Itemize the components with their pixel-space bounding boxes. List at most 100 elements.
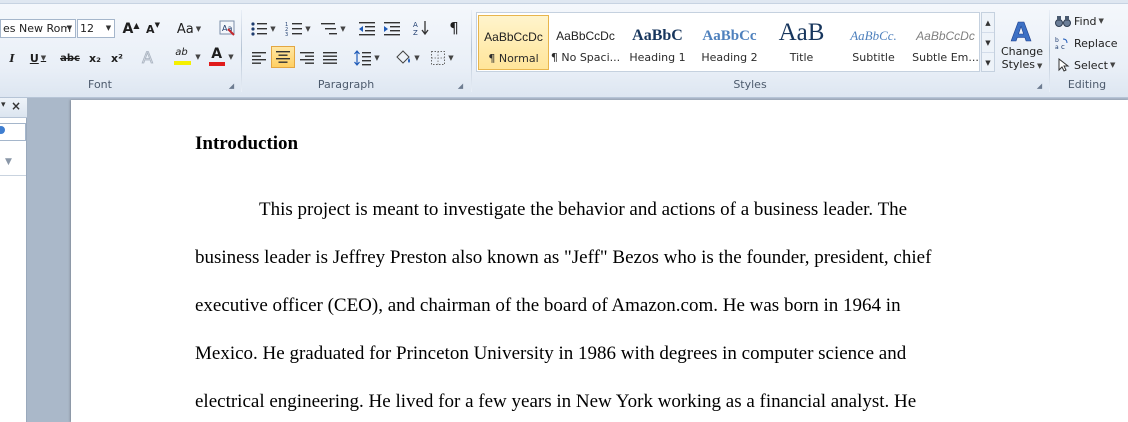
svg-text:A: A [413, 21, 418, 29]
borders-icon [431, 51, 446, 65]
svg-text:A: A [142, 48, 153, 67]
chevron-down-icon[interactable]: ▼ [5, 157, 12, 167]
gallery-more-icon[interactable]: ▼ [982, 53, 994, 73]
gallery-scroll-down-icon[interactable]: ▼ [982, 33, 994, 53]
svg-text:3: 3 [285, 32, 288, 37]
replace-label: Replace [1074, 36, 1118, 50]
navigation-search-box[interactable] [0, 123, 26, 141]
text-effects-icon: A [142, 48, 154, 67]
paragraph-line-3: executive officer (CEO), and chairman of… [195, 295, 901, 316]
font-color-button[interactable]: A ▼ [206, 46, 236, 68]
style-title[interactable]: AaB Title [766, 15, 837, 70]
close-icon[interactable]: × [11, 99, 21, 113]
style-sample: AaBbC [632, 27, 683, 44]
align-right-button[interactable] [296, 47, 318, 69]
editing-group-label: Editing [1067, 78, 1107, 91]
superscript-icon: x² [111, 51, 123, 65]
align-right-icon [300, 52, 314, 64]
increase-indent-button[interactable] [381, 18, 403, 40]
chevron-down-icon[interactable]: ▼ [64, 20, 75, 37]
style-sample: AaBbCcDc [556, 29, 615, 43]
style-no-spacing[interactable]: AaBbCcDc ¶ No Spaci... [550, 15, 621, 70]
subscript-button[interactable]: x₂ [86, 47, 104, 69]
shrink-font-button[interactable]: A ▼ [143, 18, 163, 40]
change-styles-label-2: Styles [1001, 58, 1035, 71]
font-color-swatch [209, 62, 226, 66]
font-name-combo[interactable]: es New Rom ▼ [0, 19, 76, 38]
style-normal[interactable]: AaBbCcDc ¶ Normal [478, 15, 549, 70]
search-icon [0, 126, 5, 134]
style-name: ¶ Normal [488, 52, 539, 65]
replace-button[interactable]: b a c Replace [1055, 32, 1127, 54]
document-heading: Introduction [195, 133, 299, 154]
highlight-icon: ab [175, 47, 188, 58]
change-case-button[interactable]: Aa ▼ [175, 18, 203, 40]
style-heading-2[interactable]: AaBbCc Heading 2 [694, 15, 765, 70]
change-styles-button[interactable]: A Change Styles ▼ [1000, 12, 1044, 76]
pane-menu-icon[interactable]: ▾ [1, 100, 6, 110]
group-divider [471, 10, 472, 92]
style-subtle-emphasis[interactable]: AaBbCcDc Subtle Em... [910, 15, 981, 70]
show-formatting-button[interactable]: ¶ [443, 17, 465, 39]
underline-button[interactable]: U ▼ [26, 47, 50, 69]
style-subtitle[interactable]: AaBbCc. Subtitle [838, 15, 909, 70]
style-heading-1[interactable]: AaBbC Heading 1 [622, 15, 693, 70]
italic-icon: I [9, 51, 15, 65]
superscript-button[interactable]: x² [108, 47, 126, 69]
justify-icon [323, 52, 337, 64]
replace-icon: b a c [1055, 37, 1068, 50]
bullet-list-icon [251, 22, 268, 36]
styles-dialog-launcher-icon[interactable]: ◢ [1035, 82, 1044, 91]
gallery-scroll-up-icon[interactable]: ▲ [982, 13, 994, 33]
svg-text:b: b [1055, 37, 1059, 44]
paint-bucket-icon [396, 50, 411, 64]
borders-button[interactable]: ▼ [427, 47, 457, 69]
justify-button[interactable] [319, 47, 341, 69]
change-case-icon: Aa [176, 21, 194, 37]
numbering-button[interactable]: 1 2 3 ▼ [283, 18, 313, 40]
italic-button[interactable]: I [5, 47, 19, 69]
align-center-button[interactable] [271, 46, 295, 68]
grow-font-button[interactable]: A ▲ [121, 18, 141, 40]
bullets-button[interactable]: ▼ [248, 18, 278, 40]
subscript-icon: x₂ [89, 51, 101, 65]
style-name: ¶ No Spaci... [550, 51, 621, 64]
text-effects-button[interactable]: A [139, 46, 161, 68]
highlight-color-button[interactable]: ab ▼ [170, 46, 204, 68]
font-color-icon: A [211, 46, 223, 62]
style-sample: AaBbCc. [850, 28, 897, 43]
find-button[interactable]: Find ▼ [1055, 10, 1127, 32]
line-spacing-button[interactable]: ▼ [352, 47, 382, 69]
strikethrough-button[interactable]: abc [58, 47, 82, 69]
style-sample: AaBbCc [702, 28, 757, 44]
multilevel-list-button[interactable]: ▼ [318, 18, 348, 40]
sort-button[interactable]: A Z [411, 17, 433, 39]
font-dialog-launcher-icon[interactable]: ◢ [227, 82, 236, 91]
styles-gallery-scroll: ▲ ▼ ▼ [981, 12, 995, 72]
line-spacing-icon [354, 50, 372, 66]
style-name: Heading 1 [629, 51, 686, 64]
multilevel-list-icon [321, 23, 338, 35]
select-button[interactable]: Select ▼ [1055, 54, 1127, 76]
paragraph-group-label: Paragraph [317, 78, 375, 91]
align-left-button[interactable] [248, 47, 270, 69]
shading-button[interactable]: ▼ [392, 47, 422, 69]
clear-formatting-icon: Aa [219, 20, 235, 36]
decrease-indent-button[interactable] [356, 18, 378, 40]
document-workspace: Introduction This project is meant to in… [69, 98, 1128, 422]
chevron-down-icon[interactable]: ▼ [103, 20, 114, 37]
font-size-combo[interactable]: 12 ▼ [77, 19, 115, 38]
font-name-value: es New Rom [3, 22, 72, 35]
svg-text:Z: Z [413, 29, 418, 37]
paragraph-line-1: This project is meant to investigate the… [259, 199, 908, 220]
align-left-icon [252, 52, 266, 64]
style-name: Subtle Em... [912, 51, 979, 64]
cursor-arrow-icon [1058, 58, 1070, 72]
document-page[interactable]: Introduction This project is meant to in… [71, 100, 1128, 422]
style-name: Subtitle [852, 51, 895, 64]
decrease-indent-icon [359, 22, 375, 36]
ribbon: es New Rom ▼ 12 ▼ A ▲ A ▼ Aa ▼ Aa I U ▼ abc … [0, 0, 1128, 98]
paragraph-dialog-launcher-icon[interactable]: ◢ [456, 82, 465, 91]
clear-formatting-button[interactable]: Aa [216, 17, 238, 39]
ribbon-top-strip [0, 0, 1128, 4]
